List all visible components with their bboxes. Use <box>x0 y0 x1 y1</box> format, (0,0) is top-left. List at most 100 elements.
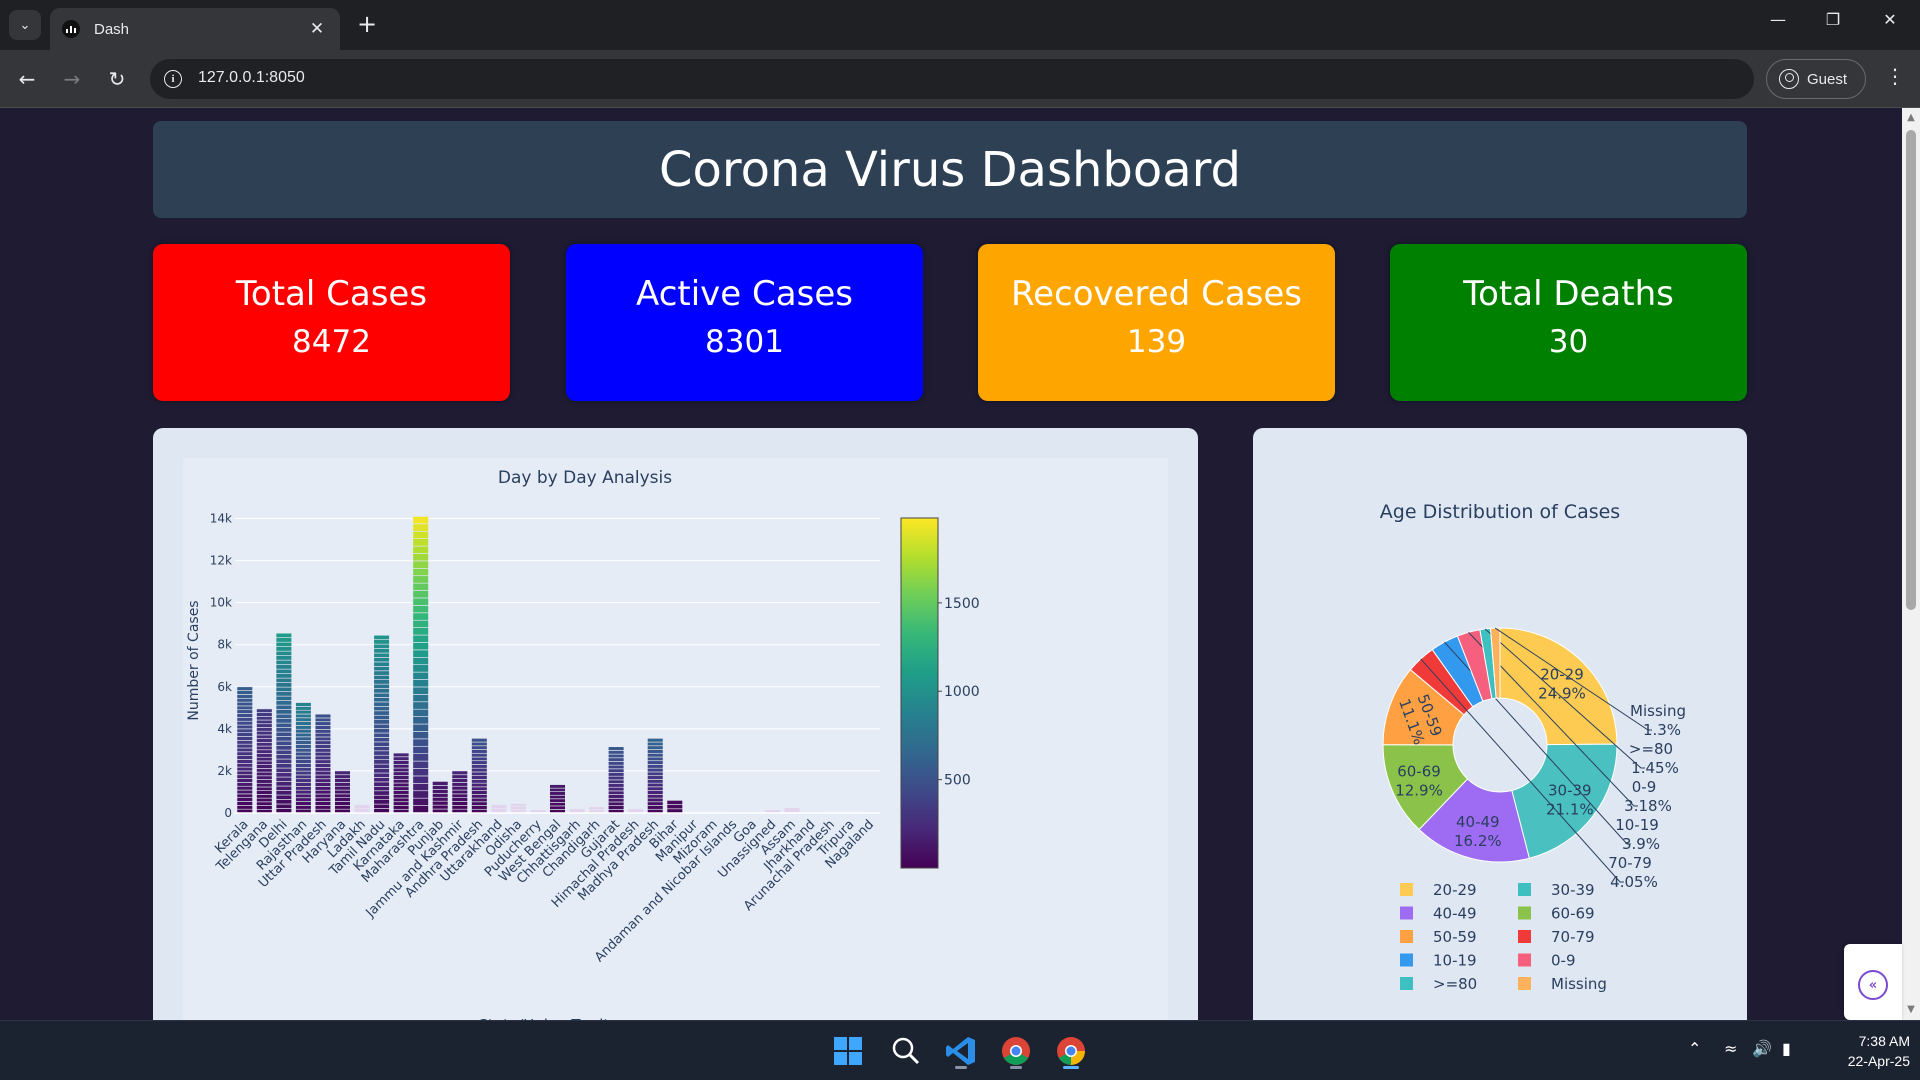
bar-segment <box>373 657 390 663</box>
bar-segment <box>295 778 312 783</box>
bar-segment <box>608 783 625 788</box>
state-bar-chart[interactable]: Day by Day Analysis 0 2k 4k 6k 8k 10k 12k 14k Num… <box>183 458 1168 1020</box>
bar-segment <box>275 704 292 710</box>
bar-segment <box>549 794 566 800</box>
restore-button[interactable]: ❐ <box>1813 10 1853 29</box>
profile-button[interactable]: Guest <box>1766 59 1866 99</box>
close-window-button[interactable]: ✕ <box>1870 10 1910 29</box>
bar-segment <box>412 797 429 806</box>
card-label: Total Deaths <box>1463 274 1674 314</box>
bar-segment <box>393 767 410 773</box>
bar-segment <box>373 692 390 698</box>
bar-segment <box>275 655 292 661</box>
bar-segment <box>471 756 488 762</box>
chrome-profile-taskbar-button[interactable] <box>996 1031 1036 1071</box>
forward-button[interactable]: → <box>57 64 87 94</box>
slice-label-percent: 24.9% <box>1538 685 1586 703</box>
bar-segment <box>647 767 664 773</box>
bar-segment <box>314 736 332 742</box>
volume-icon[interactable]: 🔊 <box>1752 1039 1772 1058</box>
bar-segment <box>412 516 429 525</box>
start-button[interactable] <box>828 1031 868 1071</box>
bar-segment <box>373 794 390 800</box>
bar-segment <box>236 801 253 806</box>
active-indicator <box>1063 1066 1079 1069</box>
bar-segment <box>256 738 273 743</box>
site-info-icon[interactable]: i <box>164 70 182 88</box>
bar-segment <box>236 785 253 791</box>
recovered-cases-card: Recovered Cases 139 <box>978 244 1335 401</box>
bar-segment <box>236 797 253 802</box>
bar-segment <box>451 782 468 787</box>
bar-segment <box>295 751 312 757</box>
bar-segment <box>275 772 292 778</box>
bar-segment <box>236 713 253 718</box>
slice-label: 60-69 12.9% <box>1395 762 1443 799</box>
bar-segment <box>412 568 429 577</box>
bar-segment <box>314 725 332 730</box>
reload-button[interactable]: ↻ <box>102 64 132 94</box>
browser-tab-strip: ⌄ Dash ✕ + — ❐ ✕ <box>0 0 1920 50</box>
bar-segment <box>236 694 253 699</box>
slice-label-name: 10-19 <box>1615 816 1659 834</box>
dash-debug-toggle-button[interactable]: « <box>1844 944 1902 1020</box>
age-donut-chart[interactable]: Age Distribution of Cases20-29 24.9%30-39… <box>1253 428 1747 1020</box>
bar-segment <box>314 732 332 738</box>
bar-segment <box>412 738 429 747</box>
page-scrollbar[interactable]: ▲ ▼ <box>1902 108 1920 1020</box>
bar-segment <box>295 728 312 734</box>
bar-segment <box>275 691 292 697</box>
bar-segment <box>373 710 390 716</box>
chrome-taskbar-button[interactable] <box>1051 1031 1091 1071</box>
bar-segment <box>412 627 429 636</box>
tab-search-button[interactable]: ⌄ <box>9 10 41 40</box>
slice-label-percent: 1.45% <box>1631 759 1679 777</box>
bar-segment <box>236 701 253 707</box>
bar-segment <box>373 790 390 796</box>
wifi-icon[interactable]: ≈ <box>1724 1039 1737 1058</box>
bar-segment <box>256 805 273 810</box>
minimize-button[interactable]: — <box>1758 10 1798 29</box>
legend-label: 70-79 <box>1551 928 1595 946</box>
bar-segment <box>451 805 468 810</box>
bar-segment <box>783 807 801 814</box>
bar-segment <box>608 775 625 781</box>
bar-segment <box>647 752 664 758</box>
bar-segment <box>432 785 449 790</box>
system-clock[interactable]: 7:38 AM 22-Apr-25 <box>1800 1031 1910 1071</box>
bar-segment <box>608 761 625 766</box>
bar-segment <box>412 605 429 614</box>
bar-segment <box>451 797 468 802</box>
reload-icon: ↻ <box>108 67 126 91</box>
scroll-up-icon[interactable]: ▲ <box>1905 112 1917 124</box>
search-taskbar-button[interactable] <box>886 1031 926 1071</box>
browser-tab[interactable]: Dash ✕ <box>50 8 340 50</box>
bar-segment <box>412 760 429 769</box>
legend-item-20-29: 20-29 <box>1400 881 1477 899</box>
bar-segment <box>256 745 273 751</box>
slice-label-name: Missing <box>1630 702 1686 720</box>
tab-close-icon[interactable]: ✕ <box>306 19 328 39</box>
back-button[interactable]: ← <box>12 64 42 94</box>
bar-segment <box>412 590 429 599</box>
slice-label-percent: 4.05% <box>1610 873 1658 891</box>
bar-odisha <box>510 803 527 814</box>
card-value: 139 <box>1126 324 1187 360</box>
bar-segment <box>314 793 332 799</box>
bar-segment <box>334 801 351 806</box>
chart-title: Age Distribution of Cases <box>1380 501 1620 523</box>
scroll-down-icon[interactable]: ▼ <box>1905 1004 1917 1016</box>
address-bar[interactable]: i 127.0.0.1:8050 <box>150 59 1754 99</box>
bar-segment <box>412 686 429 695</box>
browser-menu-button[interactable]: ⋮ <box>1880 64 1910 88</box>
scroll-thumb[interactable] <box>1906 130 1916 610</box>
bar-segment <box>412 649 429 658</box>
chevron-up-icon[interactable]: ⌃ <box>1688 1039 1701 1058</box>
bar-segment <box>412 634 429 643</box>
bar-segment <box>373 732 390 738</box>
battery-icon[interactable]: ▮ <box>1782 1039 1791 1058</box>
legend-swatch <box>1400 953 1413 967</box>
new-tab-button[interactable]: + <box>352 10 382 38</box>
bar-segment <box>412 694 429 703</box>
vscode-taskbar-button[interactable] <box>941 1031 981 1071</box>
